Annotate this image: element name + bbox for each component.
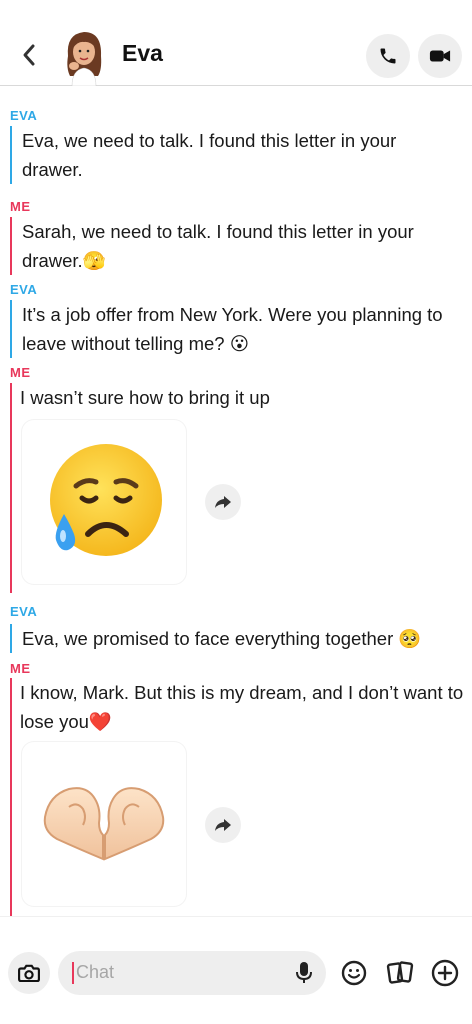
emoji: 😮: [229, 333, 250, 354]
sad-relieved-face-emoji: [50, 444, 162, 556]
smiley-icon: [341, 960, 367, 986]
chat-placeholder: Chat: [76, 962, 115, 982]
phone-icon: [380, 48, 396, 64]
sender-label: ME: [10, 661, 31, 676]
share-button[interactable]: [205, 807, 241, 843]
avatar[interactable]: [58, 26, 110, 87]
page-title: Eva: [122, 40, 163, 66]
camera-button[interactable]: [8, 952, 50, 994]
message-text: Sarah, we need to talk. I found this let…: [22, 221, 414, 271]
chat-input[interactable]: Chat: [58, 951, 326, 995]
forward-arrow-icon: [215, 496, 231, 508]
call-button[interactable]: [366, 34, 410, 78]
message-text: I know, Mark. But this is my dream, and …: [20, 682, 464, 732]
chat-header: Eva: [0, 0, 472, 87]
message-text: Eva, we need to talk. I found this lette…: [22, 130, 397, 180]
message-bubble[interactable]: I know, Mark. But this is my dream, and …: [10, 678, 465, 736]
message-bubble[interactable]: Eva, we promised to face everything toge…: [10, 624, 460, 653]
message-bubble[interactable]: Eva, we need to talk. I found this lette…: [10, 126, 450, 184]
forward-arrow-icon: [215, 819, 231, 831]
video-call-button[interactable]: [418, 34, 462, 78]
sender-bar: [10, 383, 12, 593]
text-cursor: [72, 962, 74, 984]
emoji: 🥺: [398, 628, 422, 649]
add-button[interactable]: [430, 958, 460, 988]
chevron-left-icon: [23, 44, 35, 66]
plus-circle-icon: [431, 959, 459, 987]
emoji: ❤️: [88, 711, 112, 732]
sticker[interactable]: [22, 420, 186, 584]
emoji-button[interactable]: [339, 958, 369, 988]
emoji: 🫣: [82, 250, 106, 271]
back-button[interactable]: [14, 38, 44, 72]
share-button[interactable]: [205, 484, 241, 520]
message-text: Eva, we promised to face everything toge…: [22, 628, 394, 649]
chat-thread: EVA Eva, we need to talk. I found this l…: [0, 86, 472, 916]
message-bubble[interactable]: It’s a job offer from New York. Were you…: [10, 300, 460, 358]
sender-label: EVA: [10, 604, 38, 619]
cards-icon: [386, 961, 414, 984]
microphone-icon[interactable]: [294, 961, 314, 985]
message-text: I wasn’t sure how to bring it up: [20, 387, 270, 408]
sticker-cards-button[interactable]: [385, 958, 415, 988]
sender-label: ME: [10, 199, 31, 214]
video-camera-icon: [429, 50, 451, 62]
sticker[interactable]: [22, 742, 186, 906]
message-bubble[interactable]: Sarah, we need to talk. I found this let…: [10, 217, 450, 275]
message-bubble[interactable]: I wasn’t sure how to bring it up: [10, 383, 450, 412]
sender-label: ME: [10, 365, 31, 380]
heart-hands-emoji: [43, 787, 165, 861]
sender-label: EVA: [10, 108, 38, 123]
sender-label: EVA: [10, 282, 38, 297]
camera-icon: [18, 964, 40, 982]
divider: [0, 916, 472, 917]
sender-bar: [10, 678, 12, 916]
